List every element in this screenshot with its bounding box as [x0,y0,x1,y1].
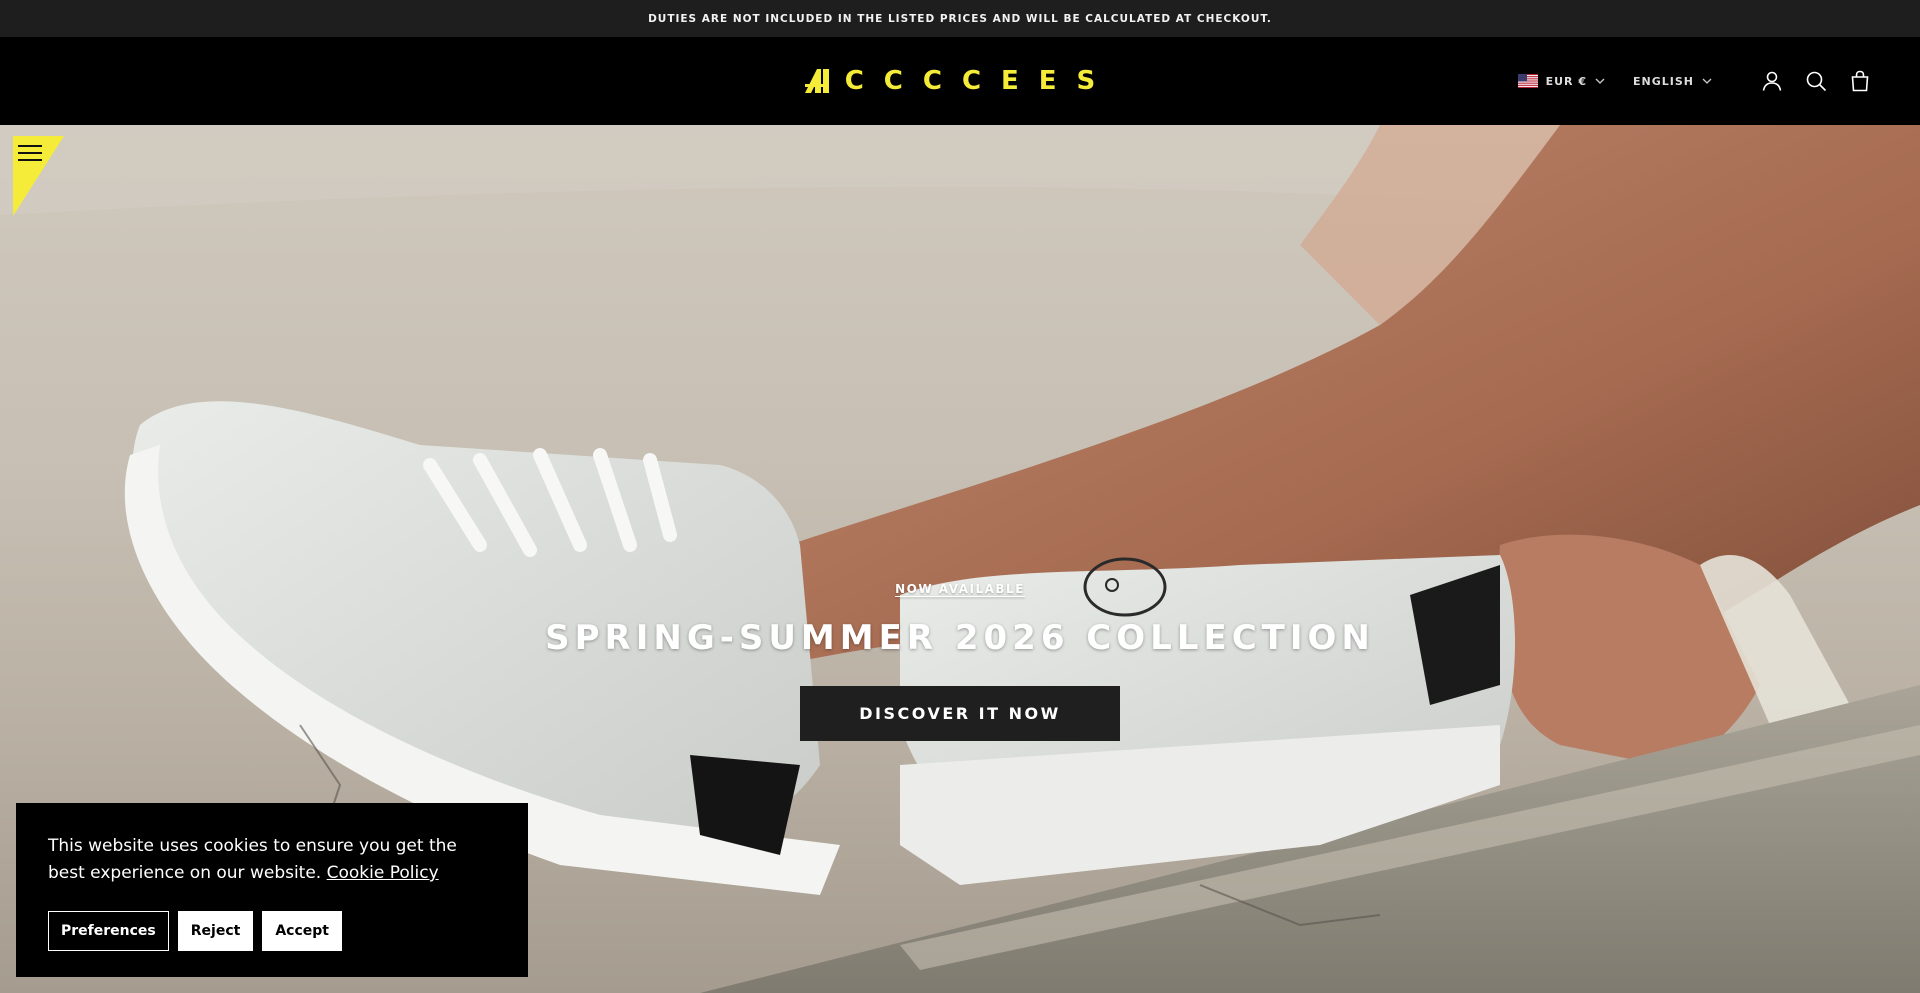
account-icon[interactable] [1760,69,1784,93]
header-actions: EUR € ENGLISH [1517,37,1872,125]
cookie-actions: Preferences Reject Accept [48,911,496,951]
site-logo[interactable]: CCCCEES [804,66,1116,96]
announcement-text: DUTIES ARE NOT INCLUDED IN THE LISTED PR… [648,12,1272,25]
cookie-policy-link[interactable]: Cookie Policy [327,863,439,883]
language-selector[interactable]: ENGLISH [1633,75,1712,88]
reject-button[interactable]: Reject [177,911,254,951]
cookie-message: This website uses cookies to ensure you … [48,833,488,887]
currency-label: EUR € [1545,74,1588,88]
chevron-down-icon [1702,78,1712,84]
logo-text: CCCCEES [844,66,1116,96]
cookie-banner: This website uses cookies to ensure you … [16,803,528,977]
site-header: CCCCEES EUR € ENGLISH [0,37,1920,125]
discover-button[interactable]: DISCOVER IT NOW [800,686,1120,741]
us-flag-icon [1517,74,1538,88]
preferences-button[interactable]: Preferences [48,911,169,951]
announcement-bar: DUTIES ARE NOT INCLUDED IN THE LISTED PR… [0,0,1920,37]
logo-mark-icon [804,69,829,93]
cart-icon[interactable] [1848,69,1872,93]
hero-eyebrow-link[interactable]: NOW AVAILABLE [895,582,1025,596]
chevron-down-icon [1595,78,1605,84]
language-label: ENGLISH [1633,74,1694,88]
menu-toggle[interactable] [13,136,64,216]
currency-selector[interactable]: EUR € [1517,74,1605,88]
hero-title: SPRING-SUMMER 2026 COLLECTION [545,618,1375,658]
hero-content: NOW AVAILABLE SPRING-SUMMER 2026 COLLECT… [0,582,1920,741]
search-icon[interactable] [1804,69,1828,93]
accept-button[interactable]: Accept [262,911,342,951]
